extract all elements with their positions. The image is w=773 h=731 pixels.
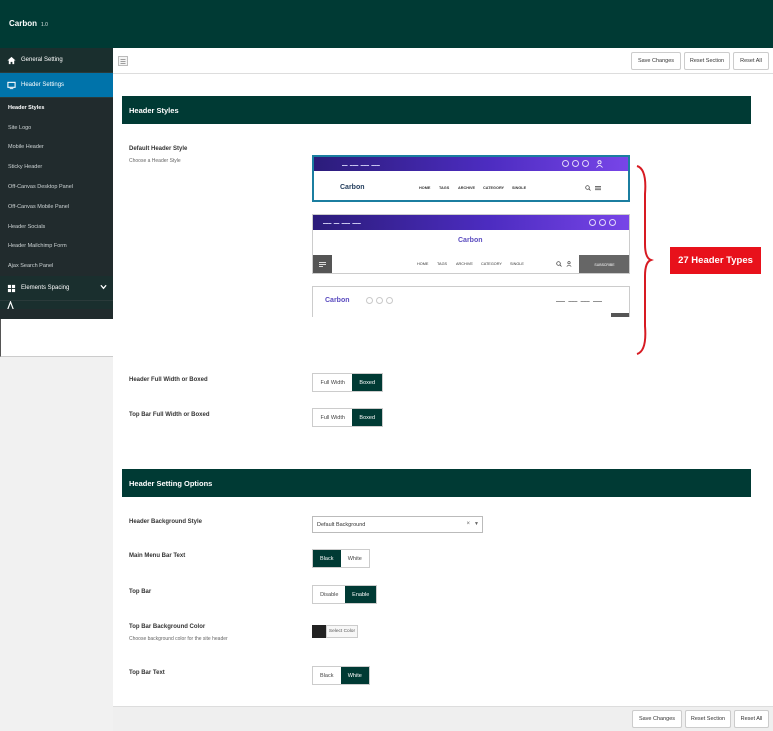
sidebar-subitem-mailchimp-form[interactable]: Header Mailchimp Form bbox=[0, 237, 113, 257]
header-width-toggle: Full Width Boxed bbox=[312, 373, 383, 392]
menu-text-label: Main Menu Bar Text bbox=[129, 553, 186, 559]
user-icon bbox=[596, 160, 603, 168]
header-style-thumb-1[interactable]: ▬▬ ▬▬▬ ▬▬▬ ▬▬▬ Carbon HOME TAGS ARCHIVE … bbox=[312, 155, 630, 202]
sidebar-empty-area bbox=[0, 319, 113, 357]
select-color-button[interactable]: Select Color bbox=[326, 625, 358, 638]
caret-down-icon[interactable]: ▼ bbox=[474, 521, 479, 527]
menu-icon bbox=[319, 262, 326, 267]
home-icon bbox=[6, 55, 16, 65]
topbar-width-toggle: Full Width Boxed bbox=[312, 408, 383, 427]
sidebar-item-label: General Setting bbox=[21, 57, 63, 63]
top-bar-bg-label: Top Bar Background Color bbox=[129, 624, 206, 630]
bg-style-select[interactable]: Default Background × ▼ bbox=[312, 516, 483, 533]
save-changes-button-bottom[interactable]: Save Changes bbox=[632, 710, 682, 728]
default-header-label: Default Header Style bbox=[129, 146, 188, 152]
grid-icon bbox=[6, 283, 16, 293]
left-gray-area bbox=[0, 357, 113, 731]
sidebar-item-header-settings[interactable]: Header Settings bbox=[0, 73, 113, 98]
sidebar-item-label: Header Settings bbox=[21, 82, 65, 88]
header-width-boxed-option[interactable]: Boxed bbox=[352, 374, 382, 391]
topbar-width-label: Top Bar Full Width or Boxed bbox=[129, 412, 210, 418]
topbar-width-boxed-option[interactable]: Boxed bbox=[352, 409, 382, 426]
reset-all-button-bottom[interactable]: Reset All bbox=[734, 710, 769, 728]
top-bar-toggle: Disable Enable bbox=[312, 585, 377, 604]
sidebar-item-partial[interactable] bbox=[0, 301, 113, 310]
top-bar-disable-option[interactable]: Disable bbox=[313, 586, 345, 603]
reset-all-button[interactable]: Reset All bbox=[733, 52, 769, 70]
clear-icon[interactable]: × bbox=[466, 521, 470, 527]
color-swatch[interactable] bbox=[312, 625, 326, 638]
sidebar-item-general-setting[interactable]: General Setting bbox=[0, 48, 113, 73]
app-title: Carbon 1.0 bbox=[9, 19, 48, 28]
expand-icon[interactable] bbox=[118, 56, 128, 66]
top-bar-enable-option[interactable]: Enable bbox=[345, 586, 376, 603]
thumb-logo: Carbon bbox=[325, 297, 350, 304]
top-bar: Carbon 1.0 bbox=[0, 0, 773, 48]
brace-annotation bbox=[636, 165, 654, 355]
top-bar-text-white-option[interactable]: White bbox=[340, 667, 369, 684]
bg-style-label: Header Background Style bbox=[129, 519, 203, 525]
sidebar-subitem-offcanvas-mobile[interactable]: Off-Canvas Mobile Panel bbox=[0, 197, 113, 217]
header-width-label: Header Full Width or Boxed bbox=[129, 377, 208, 383]
default-header-desc: Choose a Header Style bbox=[129, 158, 181, 164]
sidebar: General Setting Header Settings Header S… bbox=[0, 48, 113, 357]
save-changes-button[interactable]: Save Changes bbox=[631, 52, 681, 70]
sidebar-item-label: Elements Spacing bbox=[21, 285, 70, 292]
sidebar-subitem-sticky-header[interactable]: Sticky Header bbox=[0, 157, 113, 177]
sidebar-subitem-header-styles[interactable]: Header Styles bbox=[0, 98, 113, 118]
top-bar-text-label: Top Bar Text bbox=[129, 670, 165, 676]
menu-text-black-option[interactable]: Black bbox=[313, 550, 341, 567]
thumb-logo: Carbon bbox=[340, 184, 365, 191]
user-icon bbox=[566, 261, 572, 267]
thumb-subscribe: SUBSCRIBE bbox=[579, 255, 629, 273]
bg-style-value: Default Background bbox=[317, 521, 366, 528]
header-style-thumb-3[interactable]: Carbon ▬▬▬ ▬▬▬ ▬▬▬ ▬▬▬ bbox=[312, 286, 630, 317]
header-style-thumb-2[interactable]: ▬▬▬ ▬▬ ▬▬▬ ▬▬▬ Carbon HOME TAGS ARCHIVE … bbox=[312, 214, 630, 274]
thumb-logo: Carbon bbox=[458, 237, 483, 244]
reset-section-button-bottom[interactable]: Reset Section bbox=[685, 710, 731, 728]
header-width-full-option[interactable]: Full Width bbox=[313, 374, 352, 391]
menu-text-toggle: Black White bbox=[312, 549, 370, 568]
sidebar-item-elements-spacing[interactable]: Elements Spacing bbox=[0, 276, 113, 302]
typography-icon bbox=[6, 301, 15, 310]
sidebar-subitem-site-logo[interactable]: Site Logo bbox=[0, 118, 113, 138]
topbar-width-full-option[interactable]: Full Width bbox=[313, 409, 352, 426]
sidebar-subitem-offcanvas-desktop[interactable]: Off-Canvas Desktop Panel bbox=[0, 177, 113, 197]
sidebar-subitem-header-socials[interactable]: Header Socials bbox=[0, 217, 113, 237]
top-bar-text-toggle: Black White bbox=[312, 666, 370, 685]
header-types-callout: 27 Header Types bbox=[670, 247, 761, 274]
sidebar-subitem-ajax-search[interactable]: Ajax Search Panel bbox=[0, 256, 113, 276]
sidebar-subitem-mobile-header[interactable]: Mobile Header bbox=[0, 138, 113, 158]
panel-header-options: Header Setting Options bbox=[122, 469, 751, 497]
menu-text-white-option[interactable]: White bbox=[341, 550, 369, 567]
top-bar-bg-desc: Choose background color for the site hea… bbox=[129, 636, 228, 642]
search-icon bbox=[556, 261, 562, 267]
top-bar-text-black-option[interactable]: Black bbox=[313, 667, 341, 684]
search-icon bbox=[585, 185, 591, 191]
menu-icon bbox=[595, 186, 601, 191]
monitor-icon bbox=[6, 80, 16, 90]
reset-section-button[interactable]: Reset Section bbox=[684, 52, 730, 70]
top-bar-label: Top Bar bbox=[129, 589, 152, 595]
chevron-down-icon bbox=[100, 284, 107, 292]
panel-header-styles: Header Styles bbox=[122, 96, 751, 124]
app-version: 1.0 bbox=[41, 22, 48, 28]
